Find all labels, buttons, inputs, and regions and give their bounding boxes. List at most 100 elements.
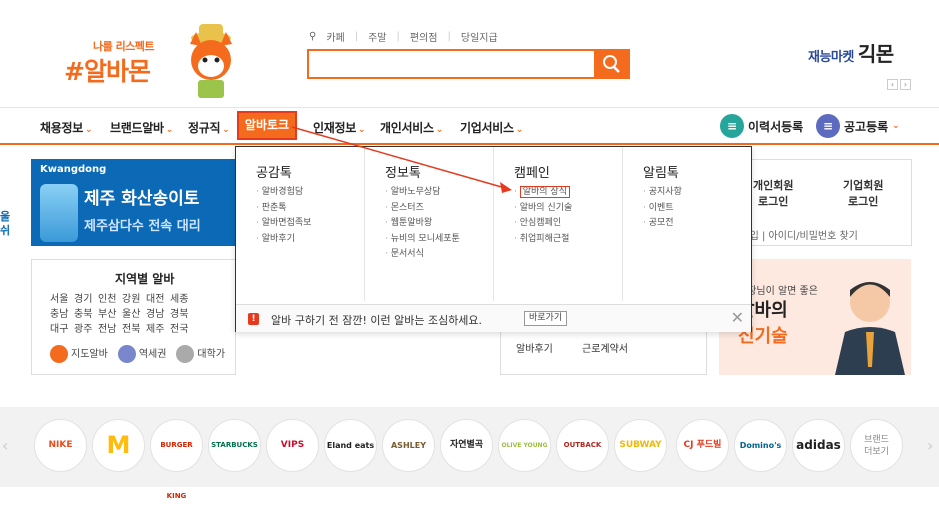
brand-more-button[interactable]: 브랜드 더보기 bbox=[850, 419, 903, 472]
dropdown-link[interactable]: 취업피해근절 bbox=[514, 232, 572, 248]
nav-item-brand[interactable]: 브랜드알바 ⌄ bbox=[110, 119, 173, 136]
dropdown-column-title: 알림톡 bbox=[643, 166, 679, 181]
brand-logo[interactable]: OLIVE YOUNG bbox=[498, 419, 551, 472]
campus-link[interactable]: 대학가 bbox=[176, 345, 225, 363]
region-link[interactable]: 전국 bbox=[170, 322, 194, 337]
region-link[interactable]: 인천 bbox=[98, 292, 122, 307]
region-link[interactable]: 충북 bbox=[74, 307, 98, 322]
map-pin-icon bbox=[50, 345, 68, 363]
nav-item-recruit[interactable]: 채용정보 ⌄ bbox=[40, 119, 93, 136]
dropdown-link[interactable]: 공지사항 bbox=[643, 185, 682, 201]
brand-prev-icon[interactable]: ‹ bbox=[2, 436, 8, 455]
brand-logo[interactable]: M bbox=[92, 419, 145, 472]
brand-logo[interactable]: NIKE bbox=[34, 419, 87, 472]
region-link[interactable]: 광주 bbox=[74, 322, 98, 337]
albatalk-dropdown: 공감톡 알바경험담 판춘톡 알바면접족보 알바후기 정보톡 알바노무상담 몬스터… bbox=[235, 146, 752, 332]
region-link[interactable]: 울산 bbox=[122, 307, 146, 322]
talent-arrows: ‹ › bbox=[887, 79, 911, 90]
search-input[interactable] bbox=[307, 49, 630, 79]
dropdown-link[interactable]: 이벤트 bbox=[643, 201, 682, 217]
brand-logo[interactable]: CJ 푸드빌 bbox=[676, 419, 729, 472]
brand-logo[interactable]: 자연별곡 bbox=[440, 419, 493, 472]
region-row: 서울 경기 인천 강원 대전 세종 bbox=[50, 292, 194, 307]
station-link[interactable]: 역세권 bbox=[117, 345, 166, 363]
region-link[interactable]: 서울 bbox=[50, 292, 74, 307]
dropdown-link[interactable]: 문서서식 bbox=[385, 247, 460, 263]
banner-title: 제주 화산송이토 bbox=[84, 189, 200, 209]
nav-item-talent[interactable]: 인재정보 ⌄ bbox=[313, 119, 366, 136]
region-link[interactable]: 전북 bbox=[122, 322, 146, 337]
dropdown-link[interactable]: 알바의 신기술 bbox=[514, 201, 573, 217]
dropdown-link[interactable]: 안심캠페인 bbox=[514, 216, 572, 232]
dropdown-notice: ! 알바 구하기 전 잠깐! 이런 알바는 조심하세요. 바로가기 ✕ bbox=[236, 304, 751, 332]
water-bottle-icon bbox=[40, 184, 78, 242]
close-icon[interactable]: ✕ bbox=[731, 308, 744, 327]
region-link[interactable]: 충남 bbox=[50, 307, 74, 322]
region-link[interactable]: 제주 bbox=[146, 322, 170, 337]
brand-logo[interactable]: Eland eats bbox=[324, 419, 377, 472]
brand-logo[interactable]: Domino's bbox=[734, 419, 787, 472]
businessman-icon bbox=[835, 282, 905, 375]
region-link[interactable]: 세종 bbox=[170, 292, 194, 307]
nav-item-fulltime[interactable]: 정규직 ⌄ bbox=[188, 119, 230, 136]
region-link[interactable]: 경기 bbox=[74, 292, 98, 307]
region-link[interactable]: 대전 bbox=[146, 292, 170, 307]
dropdown-link[interactable]: 웹툰알바왕 bbox=[385, 216, 460, 232]
quick-link[interactable]: 편의점 bbox=[410, 29, 438, 44]
dropdown-link[interactable]: 공모전 bbox=[643, 216, 682, 232]
search-button[interactable] bbox=[594, 49, 630, 79]
dropdown-column-title: 캠페인 bbox=[514, 166, 550, 181]
quick-link[interactable]: 주말 bbox=[368, 29, 386, 44]
region-row: 충남 충북 부산 울산 경남 경북 bbox=[50, 307, 194, 322]
dropdown-link[interactable]: 알바노무상담 bbox=[385, 185, 460, 201]
resume-register-button[interactable]: ≡ 이력서등록 bbox=[720, 114, 803, 138]
mascot-icon bbox=[190, 24, 232, 98]
school-icon bbox=[176, 345, 195, 363]
quick-link[interactable]: 카페 bbox=[326, 29, 344, 44]
prev-arrow-icon[interactable]: ‹ bbox=[887, 79, 898, 90]
dropdown-link[interactable]: 알바경험담 bbox=[256, 185, 311, 201]
region-link[interactable]: 경남 bbox=[146, 307, 170, 322]
brand-logo[interactable]: STARBUCKS bbox=[208, 419, 261, 472]
map-alba-link[interactable]: 지도알바 bbox=[50, 345, 108, 363]
next-arrow-icon[interactable]: › bbox=[900, 79, 911, 90]
talent-market-logo[interactable]: 재능마켓 긱몬 bbox=[808, 38, 894, 67]
brand-logo[interactable]: BURGER KING bbox=[150, 419, 203, 500]
nav-item-personal[interactable]: 개인서비스 ⌄ bbox=[380, 119, 443, 136]
dropdown-link[interactable]: 알바후기 bbox=[256, 232, 311, 248]
dropdown-link[interactable]: 알바면접족보 bbox=[256, 216, 312, 232]
brand-logo[interactable]: adidas bbox=[792, 419, 845, 472]
personal-login-button[interactable]: 개인회원 로그인 bbox=[753, 178, 793, 210]
region-link[interactable]: 부산 bbox=[98, 307, 122, 322]
brand-next-icon[interactable]: › bbox=[927, 436, 933, 455]
company-login-button[interactable]: 기업회원 로그인 bbox=[843, 178, 883, 210]
brand-logo[interactable]: OUTBACK bbox=[556, 419, 609, 472]
logo[interactable]: #알바몬 bbox=[64, 52, 151, 88]
region-link[interactable]: 강원 bbox=[122, 292, 146, 307]
region-sub-links: 지도알바 역세권 대학가 bbox=[50, 345, 225, 363]
notice-go-button[interactable]: 바로가기 bbox=[524, 311, 568, 326]
dropdown-link[interactable]: 몬스터즈 bbox=[385, 201, 460, 217]
left-banner-peek: 울쉬 bbox=[0, 210, 11, 237]
dropdown-link[interactable]: 판춘톡 bbox=[256, 201, 311, 217]
nav-item-company[interactable]: 기업서비스 ⌄ bbox=[460, 119, 523, 136]
dropdown-link-highlighted[interactable]: 알바의 상식 bbox=[514, 185, 572, 201]
nav-item-albatalk[interactable]: 알바토크 bbox=[237, 111, 297, 140]
notice-text: 알바 구하기 전 잠깐! 이런 알바는 조심하세요. bbox=[271, 314, 483, 327]
center-link[interactable]: 알바후기 bbox=[516, 340, 553, 355]
post-icon: ≡ bbox=[816, 114, 840, 138]
brand-logo[interactable]: SUBWAY bbox=[614, 419, 667, 472]
center-link[interactable]: 근로계약서 bbox=[582, 340, 628, 355]
brand-logo[interactable]: VIPS bbox=[266, 419, 319, 472]
region-link[interactable]: 대구 bbox=[50, 322, 74, 337]
dropdown-column: 알림톡 공지사항 이벤트 공모전 bbox=[623, 147, 752, 301]
region-link[interactable]: 전남 bbox=[98, 322, 122, 337]
quick-link[interactable]: 당일지급 bbox=[461, 29, 498, 44]
region-link[interactable]: 경북 bbox=[170, 307, 194, 322]
dropdown-column: 캠페인 알바의 상식 알바의 신기술 안심캠페인 취업피해근절 bbox=[494, 147, 623, 301]
brand-logo[interactable]: ASHLEY bbox=[382, 419, 435, 472]
dropdown-link[interactable]: 뉴비의 모니세포툰 bbox=[385, 232, 460, 248]
warning-icon: ! bbox=[248, 313, 259, 325]
post-register-button[interactable]: ≡ 공고등록 ⌄ bbox=[816, 114, 900, 138]
resume-icon: ≡ bbox=[720, 114, 744, 138]
